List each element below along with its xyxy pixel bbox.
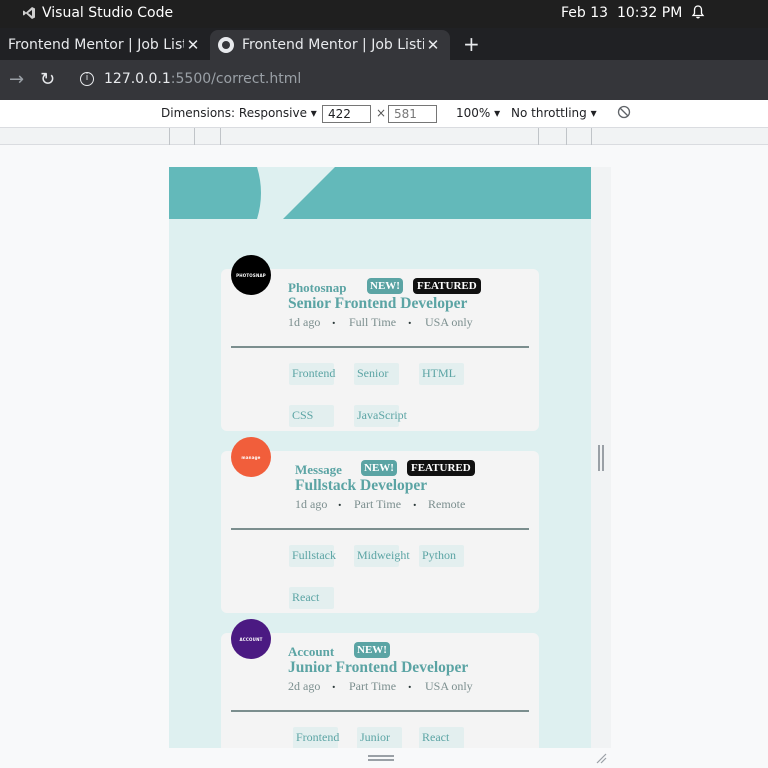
job-location: USA only xyxy=(425,679,473,693)
filter-tag[interactable]: Frontend xyxy=(289,363,335,385)
zoom-select[interactable]: 100% ▾ xyxy=(456,106,500,120)
meta-separator: . xyxy=(332,313,336,328)
height-input[interactable]: 581 xyxy=(388,105,437,123)
media-query-ruler[interactable] xyxy=(0,128,768,145)
new-tab-button[interactable]: + xyxy=(463,32,480,56)
featured-badge: FEATURED xyxy=(413,278,481,294)
posted-at: 1d ago xyxy=(288,315,321,329)
company-logo: manage xyxy=(231,437,271,477)
job-position[interactable]: Junior Frontend Developer xyxy=(288,659,468,677)
forward-icon[interactable]: → xyxy=(9,69,24,90)
posted-at: 1d ago xyxy=(295,497,328,511)
ruler-mark xyxy=(566,128,567,145)
meta-separator: . xyxy=(332,677,336,692)
tab-title: Frontend Mentor | Job Listings xyxy=(8,37,184,53)
company-name: Photosnap xyxy=(288,280,347,295)
close-icon[interactable]: ✕ xyxy=(184,36,202,54)
filter-tag[interactable]: Junior xyxy=(357,727,402,748)
meta-separator: . xyxy=(413,495,417,510)
tab-title: Frontend Mentor | Job Listings xyxy=(242,37,424,53)
device-toolbar: Dimensions: Responsive ▾ 422 × 581 100% … xyxy=(0,100,768,128)
card-divider xyxy=(231,710,529,712)
filter-tag[interactable]: JavaScript xyxy=(354,405,407,427)
company-name: Account xyxy=(288,644,335,659)
featured-badge: FEATURED xyxy=(407,460,475,476)
close-icon[interactable]: ✕ xyxy=(424,36,442,54)
company-name: Message xyxy=(295,462,342,477)
os-clock[interactable]: Feb 13 10:32 PM xyxy=(561,5,682,21)
vscode-icon xyxy=(23,7,35,19)
filter-tag[interactable]: Senior xyxy=(354,363,399,385)
filter-tag[interactable]: Fullstack xyxy=(289,545,336,567)
meta-separator: . xyxy=(408,677,412,692)
meta-separator: . xyxy=(338,495,342,510)
os-app-name: Visual Studio Code xyxy=(42,5,174,21)
os-active-app[interactable]: Visual Studio Code xyxy=(22,5,173,21)
emulated-page: PHOTOSNAP Photosnap NEW! FEATURED Senior… xyxy=(169,167,591,748)
job-position[interactable]: Fullstack Developer xyxy=(295,477,427,495)
filter-tag[interactable]: HTML xyxy=(419,363,464,385)
contract-type: Part Time xyxy=(354,497,402,511)
favicon-icon xyxy=(218,37,234,53)
contract-type: Part Time xyxy=(349,679,397,693)
new-badge: NEW! xyxy=(354,642,390,658)
resize-corner-icon[interactable] xyxy=(595,752,607,764)
rotate-icon[interactable] xyxy=(617,105,631,119)
filter-tag[interactable]: CSS xyxy=(289,405,334,427)
reload-icon[interactable]: ↻ xyxy=(40,69,55,90)
header-pattern xyxy=(257,167,335,219)
ruler-mark xyxy=(220,128,221,145)
browser-tab-strip: Frontend Mentor | Job Listings ✕ Fronten… xyxy=(0,28,768,60)
company-logo: PHOTOSNAP xyxy=(231,255,271,295)
header-banner xyxy=(169,167,591,219)
new-badge: NEW! xyxy=(367,278,403,294)
ruler-mark xyxy=(538,128,539,145)
browser-tab-active[interactable]: Frontend Mentor | Job Listings ✕ xyxy=(210,30,450,60)
browser-tab[interactable]: Frontend Mentor | Job Listings ✕ xyxy=(0,30,210,60)
job-position[interactable]: Senior Frontend Developer xyxy=(288,295,467,313)
filter-tag[interactable]: Python xyxy=(419,545,464,567)
job-card[interactable]: ACCOUNT Account NEW! Junior Frontend Dev… xyxy=(221,619,539,748)
url-path: :5500/correct.html xyxy=(170,71,302,87)
info-icon[interactable]: i xyxy=(80,72,94,86)
times-sign: × xyxy=(376,106,387,120)
company-logo: ACCOUNT xyxy=(231,619,271,659)
contract-type: Full Time xyxy=(349,315,397,329)
posted-at: 2d ago xyxy=(288,679,321,693)
bell-icon[interactable] xyxy=(690,4,706,20)
resize-handle-right[interactable] xyxy=(598,445,604,471)
filter-tag[interactable]: React xyxy=(289,587,334,609)
job-location: USA only xyxy=(425,315,473,329)
new-badge: NEW! xyxy=(361,460,397,476)
url-input[interactable]: 127.0.0.1:5500/correct.html xyxy=(104,71,301,87)
card-divider xyxy=(231,346,529,348)
job-location: Remote xyxy=(428,497,466,511)
filter-tag[interactable]: Frontend xyxy=(293,727,339,748)
meta-separator: . xyxy=(408,313,412,328)
filter-tag[interactable]: React xyxy=(419,727,464,748)
ruler-mark xyxy=(169,128,170,145)
card-divider xyxy=(231,528,529,530)
filter-tag[interactable]: Midweight xyxy=(354,545,410,567)
width-input[interactable]: 422 xyxy=(322,105,371,123)
ruler-mark xyxy=(194,128,195,145)
ruler-mark xyxy=(591,128,592,145)
url-host: 127.0.0.1 xyxy=(104,71,171,87)
resize-handle-bottom[interactable] xyxy=(368,755,394,761)
os-top-bar: Visual Studio Code Feb 13 10:32 PM xyxy=(0,0,768,28)
dimensions-select[interactable]: Dimensions: Responsive ▾ xyxy=(161,106,317,120)
job-card[interactable]: PHOTOSNAP Photosnap NEW! FEATURED Senior… xyxy=(221,255,539,431)
job-card[interactable]: manage Message NEW! FEATURED Fullstack D… xyxy=(221,437,539,613)
address-bar: → ↻ i 127.0.0.1:5500/correct.html xyxy=(0,60,768,100)
throttling-select[interactable]: No throttling ▾ xyxy=(511,106,597,120)
